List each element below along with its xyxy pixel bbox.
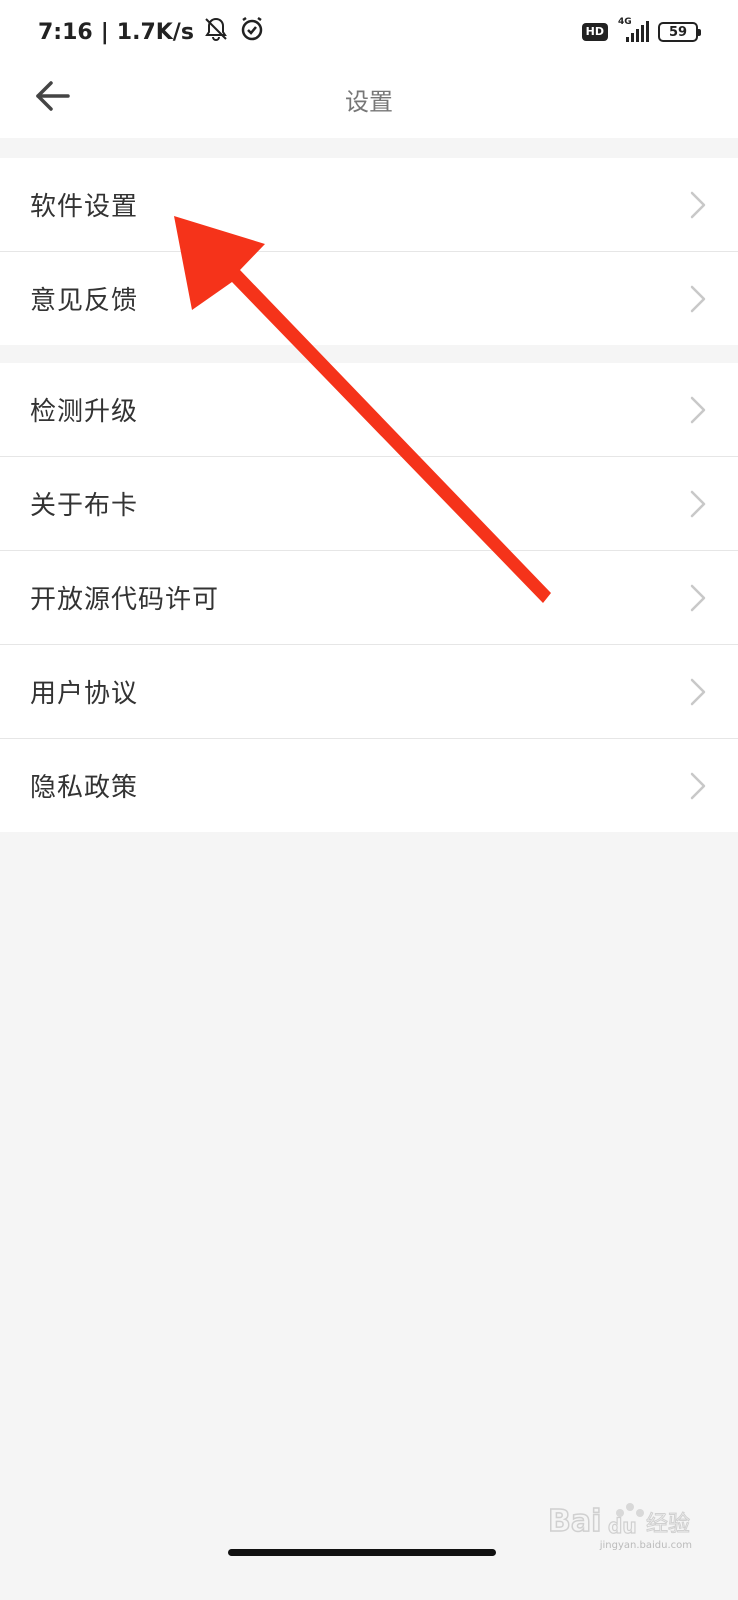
page-title: 设置 [345, 88, 393, 116]
settings-item-label: 软件设置 [30, 192, 139, 222]
svg-text:Bai: Bai [548, 1504, 601, 1539]
svg-text:经验: 经验 [646, 1512, 690, 1537]
chevron-right-icon [690, 191, 706, 219]
chevron-right-icon [690, 584, 706, 612]
status-separator: | [100, 19, 109, 45]
status-bar-right: HD 4G 59 [581, 17, 701, 46]
battery-level: 59 [668, 24, 688, 40]
settings-item-privacy-policy[interactable]: 隐私政策 [0, 738, 738, 832]
settings-item-software-settings[interactable]: 软件设置 [0, 158, 738, 251]
settings-group-2: 检测升级 关于布卡 开放源代码许可 用户协议 隐私政策 [0, 363, 738, 832]
status-bar-left: 7:16 | 1.7K/s [38, 16, 266, 48]
watermark-url: jingyan.baidu.com [599, 1540, 692, 1551]
status-time: 7:16 [38, 19, 93, 45]
signal-icon: 4G [616, 17, 650, 45]
settings-item-label: 开放源代码许可 [30, 585, 220, 615]
mute-bell-icon [202, 15, 230, 49]
settings-item-feedback[interactable]: 意见反馈 [0, 251, 738, 345]
svg-text:du: du [608, 1514, 637, 1538]
network-speed: 1.7K/s [116, 19, 194, 45]
settings-item-user-agreement[interactable]: 用户协议 [0, 644, 738, 738]
settings-item-label: 隐私政策 [30, 773, 139, 803]
chevron-right-icon [690, 678, 706, 706]
settings-item-label: 用户协议 [30, 679, 139, 709]
baidu-watermark-logo: Bai du 经验 [548, 1503, 691, 1540]
settings-item-about[interactable]: 关于布卡 [0, 456, 738, 550]
settings-group-1: 软件设置 意见反馈 [0, 158, 738, 345]
chevron-right-icon [690, 772, 706, 800]
title-bar: 设置 [0, 64, 738, 138]
settings-item-label: 关于布卡 [30, 491, 139, 521]
network-type: 4G [618, 17, 632, 27]
settings-item-open-source-licenses[interactable]: 开放源代码许可 [0, 550, 738, 644]
chevron-right-icon [690, 490, 706, 518]
battery-icon: 59 [658, 22, 701, 42]
status-bar: 7:16 | 1.7K/s HD 4G 59 [0, 0, 738, 64]
home-indicator[interactable] [228, 1549, 496, 1556]
hd-badge: HD [581, 23, 608, 41]
settings-item-check-update[interactable]: 检测升级 [0, 363, 738, 456]
chevron-right-icon [690, 285, 706, 313]
chevron-right-icon [690, 396, 706, 424]
settings-item-label: 意见反馈 [30, 286, 139, 316]
settings-item-label: 检测升级 [30, 397, 139, 427]
alarm-icon [238, 15, 266, 49]
